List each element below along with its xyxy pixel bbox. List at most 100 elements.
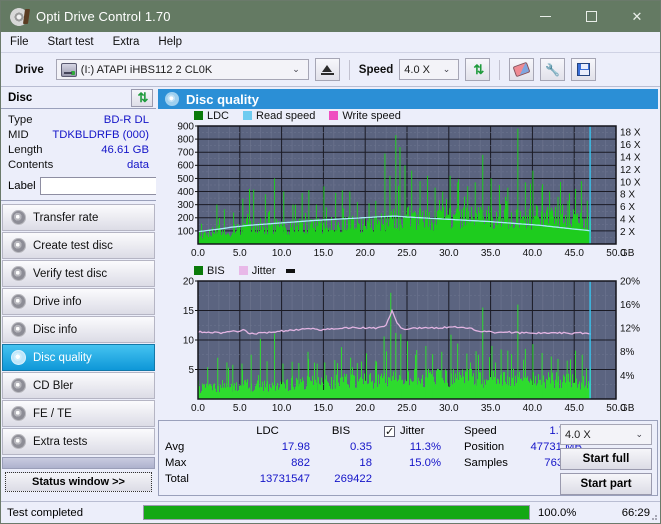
disc-icon xyxy=(11,322,26,337)
minimize-icon[interactable] xyxy=(522,1,568,32)
svg-text:12%: 12% xyxy=(620,324,640,335)
menu-item-start-test[interactable]: Start test xyxy=(48,36,94,48)
disc-row-value: data xyxy=(127,159,149,171)
sidebar-item-verify-test-disc[interactable]: Verify test disc xyxy=(2,260,155,287)
sidebar-item-label: FE / TE xyxy=(33,407,72,420)
jitter-label: Jitter xyxy=(400,425,425,437)
samples-key: Samples xyxy=(464,457,508,469)
stats-panel: LDC BIS Avg 17.98 0.35 Max 882 18 Total … xyxy=(158,420,658,496)
speed-select[interactable]: 4.0 X ⌄ xyxy=(399,59,460,80)
svg-text:30.0: 30.0 xyxy=(439,248,459,259)
refresh-button[interactable]: ⇅ xyxy=(465,58,491,81)
sidebar-item-label: CD Bler xyxy=(33,379,74,392)
jitter-marker-icon xyxy=(285,268,295,273)
right-panel: Disc quality LDC Read speed Write speed … xyxy=(156,87,660,496)
table-row: Total 13731547 269422 xyxy=(165,471,372,487)
disc-refresh-button[interactable]: ⇅ xyxy=(131,88,153,107)
stats-row-ldc: 882 xyxy=(291,457,310,469)
stats-row-ldc: 13731547 xyxy=(259,473,310,485)
app-window: Opti Drive Control 1.70 ✕ File Start tes… xyxy=(0,0,661,524)
svg-text:0.0: 0.0 xyxy=(191,248,205,259)
sidebar-item-drive-info[interactable]: Drive info xyxy=(2,288,155,315)
svg-text:800: 800 xyxy=(177,135,194,146)
chevron-down-icon: ⌄ xyxy=(292,64,300,74)
jitter-max-value: 15.0% xyxy=(408,457,441,469)
svg-text:18 X: 18 X xyxy=(620,128,641,139)
disc-icon xyxy=(11,406,26,421)
drive-select[interactable]: (I:) ATAPI iHBS112 2 CL0K ⌄ xyxy=(55,59,309,80)
maximize-icon[interactable] xyxy=(568,1,614,32)
svg-text:5.0: 5.0 xyxy=(233,248,247,259)
ldc-plot: 100 200 300 400 500 600 700 800 900 2 X4 X 6 X8 X 1… xyxy=(158,122,658,262)
floppy-icon xyxy=(577,63,591,76)
disc-quality-header: Disc quality xyxy=(158,89,658,109)
legend-swatch-read-speed xyxy=(243,111,253,120)
ldc-chart: LDC Read speed Write speed 100 200 300 400 5… xyxy=(158,109,658,262)
eject-icon xyxy=(320,64,334,75)
disc-icon xyxy=(11,378,26,393)
disc-icon xyxy=(11,210,26,225)
svg-text:20: 20 xyxy=(183,277,195,287)
svg-text:40.0: 40.0 xyxy=(523,248,543,259)
svg-text:900: 900 xyxy=(177,122,194,132)
svg-text:4 X: 4 X xyxy=(620,215,635,226)
sidebar-item-disc-info[interactable]: Disc info xyxy=(2,316,155,343)
sidebar-item-transfer-rate[interactable]: Transfer rate xyxy=(2,204,155,231)
stats-table: LDC BIS Avg 17.98 0.35 Max 882 18 Total … xyxy=(165,423,372,487)
erase-button[interactable] xyxy=(509,58,535,81)
legend-swatch-ldc xyxy=(194,111,203,120)
position-key: Position xyxy=(464,441,505,453)
save-button[interactable] xyxy=(571,58,597,81)
menu-item-extra[interactable]: Extra xyxy=(113,36,140,48)
start-full-button[interactable]: Start full xyxy=(560,448,652,470)
disc-label-key: Label xyxy=(8,180,36,192)
svg-text:16 X: 16 X xyxy=(620,140,641,151)
start-part-button[interactable]: Start part xyxy=(560,473,652,495)
sidebar-item-label: Transfer rate xyxy=(33,211,99,224)
disc-row-value: TDKBLDRFB (000) xyxy=(52,129,149,141)
page-title: Disc quality xyxy=(186,91,259,107)
jitter-toggle[interactable]: Jitter xyxy=(384,423,441,440)
sidebar-nav: Transfer rate Create test disc Verify te… xyxy=(1,201,156,492)
svg-text:4%: 4% xyxy=(620,371,635,382)
close-icon[interactable]: ✕ xyxy=(614,1,660,32)
action-column: 4.0 X ⌄ Start full Start part xyxy=(560,424,652,495)
left-panel: Disc ⇅ Type BD-R DL MID TDKBLDRFB (000) … xyxy=(1,87,242,492)
stats-row-bis: 269422 xyxy=(334,473,372,485)
test-speed-select[interactable]: 4.0 X ⌄ xyxy=(560,424,652,445)
sidebar-item-label: Disc info xyxy=(33,323,78,336)
svg-text:30.0: 30.0 xyxy=(439,403,459,414)
svg-text:12 X: 12 X xyxy=(620,165,641,176)
svg-text:GB: GB xyxy=(620,403,635,414)
disc-label-row: Label xyxy=(8,176,242,196)
sidebar-item-disc-quality[interactable]: Disc quality xyxy=(2,344,155,371)
sidebar-item-create-test-disc[interactable]: Create test disc xyxy=(2,232,155,259)
svg-text:5: 5 xyxy=(188,365,194,376)
stats-col-bis: BIS xyxy=(331,425,351,437)
app-icon xyxy=(10,7,28,26)
legend-swatch-jitter xyxy=(238,266,248,275)
eject-button[interactable] xyxy=(314,58,340,81)
speed-label: Speed xyxy=(358,63,394,76)
svg-text:25.0: 25.0 xyxy=(397,403,417,414)
sidebar-item-label: Disc quality xyxy=(33,351,92,364)
menu-item-file[interactable]: File xyxy=(10,36,29,48)
tools-button[interactable]: 🔧 xyxy=(540,58,566,81)
svg-text:10 X: 10 X xyxy=(620,177,641,188)
disc-row-value: BD-R DL xyxy=(103,114,149,126)
disc-icon xyxy=(11,294,26,309)
resize-grip[interactable] xyxy=(648,511,658,521)
stats-row-bis: 0.35 xyxy=(350,441,372,453)
jitter-checkbox[interactable] xyxy=(384,424,395,440)
stats-row-key: Avg xyxy=(165,441,185,453)
menu-item-help[interactable]: Help xyxy=(158,36,182,48)
sidebar-item-fe-te[interactable]: FE / TE xyxy=(2,400,155,427)
disc-icon xyxy=(11,238,26,253)
sidebar-item-extra-tests[interactable]: Extra tests xyxy=(2,428,155,455)
wrench-icon: 🔧 xyxy=(545,62,561,77)
disc-row-contents: Contents data xyxy=(8,158,149,173)
sidebar-item-cd-bler[interactable]: CD Bler xyxy=(2,372,155,399)
ldc-legend: LDC Read speed Write speed xyxy=(158,109,658,122)
sidebar-item-label: Verify test disc xyxy=(33,267,108,280)
status-window-button[interactable]: Status window >> xyxy=(5,472,152,492)
